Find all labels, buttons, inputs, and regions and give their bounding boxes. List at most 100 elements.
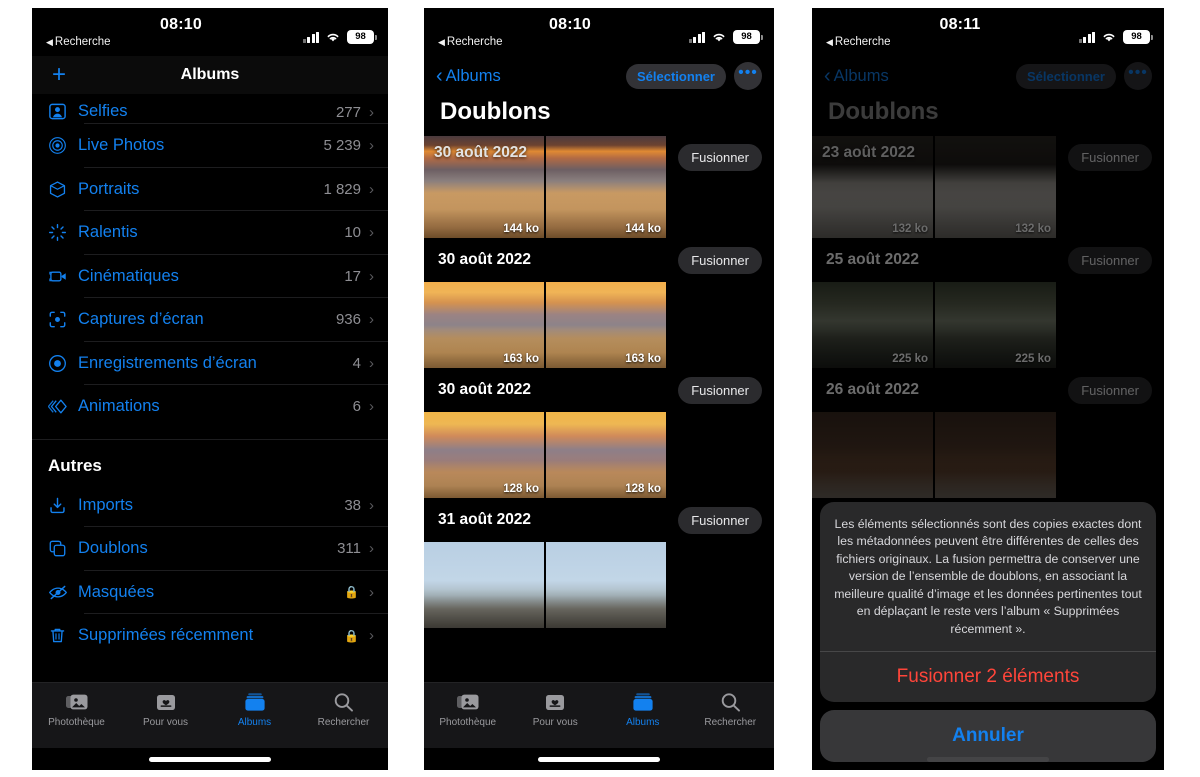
status-bar: 08:10 ◀ Recherche 98	[32, 8, 388, 56]
thumbnail[interactable]: 144 ko	[546, 136, 666, 238]
file-size: 144 ko	[625, 223, 661, 235]
list-item-cinematiques[interactable]: Cinématiques 17 ›	[32, 255, 388, 299]
select-button[interactable]: Sélectionner	[1015, 63, 1116, 89]
list-item-label: Enregistrements d’écran	[78, 353, 257, 372]
cellular-signal-icon	[688, 31, 705, 43]
merge-button[interactable]: Fusionner	[678, 506, 762, 534]
merge-button[interactable]: Fusionner	[1068, 246, 1152, 274]
tab-bar[interactable]: Photothèque Pour vous Albums Rechercher	[424, 682, 774, 748]
duplicate-date: 25 août 2022	[826, 251, 920, 268]
file-size: 144 ko	[503, 223, 539, 235]
merge-button[interactable]: Fusionner	[678, 246, 762, 274]
tab-pour-vous[interactable]: Pour vous	[121, 691, 210, 728]
merge-button[interactable]: Fusionner	[678, 144, 762, 171]
list-item-label: Captures d’écran	[78, 310, 204, 329]
add-album-button[interactable]: +	[52, 63, 66, 87]
albums-list[interactable]: Selfies 277 › Live Photos 5 239 › Portra…	[32, 94, 388, 682]
duplicate-thumbnails[interactable]: 225 ko 225 ko	[812, 282, 1164, 368]
back-to-albums-button[interactable]: ‹ Albums	[824, 66, 889, 86]
status-back-link[interactable]: ◀ Recherche	[826, 36, 891, 48]
file-size: 225 ko	[892, 353, 928, 365]
tab-rechercher[interactable]: Rechercher	[299, 691, 388, 728]
duplicate-group[interactable]: 30 août 2022 Fusionner 163 ko 163 ko	[424, 238, 774, 368]
tab-bar[interactable]: Photothèque Pour vous Albums Rechercher	[32, 682, 388, 748]
status-back-link[interactable]: ◀ Recherche	[46, 36, 111, 48]
duplicate-thumbnails[interactable]: 128 ko 128 ko	[424, 412, 774, 498]
thumbnail[interactable]: 163 ko	[546, 282, 666, 368]
cancel-button[interactable]: Annuler	[820, 710, 1156, 762]
duplicate-group[interactable]: 30 août 2022 Fusionner 144 ko 144 ko	[424, 136, 774, 238]
wifi-icon	[1101, 31, 1117, 43]
duplicate-thumbnails[interactable]	[424, 542, 774, 628]
navigation-bar: + Albums	[32, 56, 388, 94]
status-back-label: Recherche	[834, 36, 891, 48]
chevron-right-icon: ›	[369, 398, 374, 416]
tab-label: Photothèque	[48, 717, 105, 728]
list-item-supprimees-recemment[interactable]: Supprimées récemment 🔒 ›	[32, 614, 388, 658]
duplicate-group-header: 30 août 2022 Fusionner	[424, 368, 774, 412]
duplicate-thumbnails[interactable]: 163 ko 163 ko	[424, 282, 774, 368]
duplicate-group[interactable]: 26 août 2022 Fusionner	[812, 368, 1164, 498]
chevron-left-icon: ‹	[824, 65, 831, 87]
duplicate-group[interactable]: 31 août 2022 Fusionner	[424, 498, 774, 628]
tab-phototheque[interactable]: Photothèque	[32, 691, 121, 728]
thumbnail[interactable]: 163 ko	[424, 282, 544, 368]
list-item-masquees[interactable]: Masquées 🔒 ›	[32, 571, 388, 615]
thumbnail[interactable]: 225 ko	[812, 282, 933, 368]
thumbnail[interactable]	[812, 412, 933, 498]
thumbnail[interactable]: 128 ko	[424, 412, 544, 498]
trash-icon	[48, 626, 78, 645]
thumbnail[interactable]: 128 ko	[546, 412, 666, 498]
battery-indicator: 98	[1123, 30, 1153, 44]
duplicate-group[interactable]: 23 août 2022 Fusionner 132 ko 132 ko	[812, 136, 1164, 238]
duplicates-list[interactable]: 30 août 2022 Fusionner 144 ko 144 ko 30 …	[424, 136, 774, 682]
list-item-label: Masquées	[78, 582, 155, 601]
tab-label: Rechercher	[704, 717, 757, 728]
chevron-left-icon: ‹	[436, 65, 443, 87]
status-back-link[interactable]: ◀ Recherche	[438, 36, 503, 48]
tab-phototheque[interactable]: Photothèque	[424, 691, 512, 728]
list-item-selfies[interactable]: Selfies 277 ›	[32, 94, 388, 124]
duplicate-date: 30 août 2022	[438, 251, 532, 268]
list-item-ralentis[interactable]: Ralentis 10 ›	[32, 211, 388, 255]
list-item-live-photos[interactable]: Live Photos 5 239 ›	[32, 124, 388, 168]
lock-icon: 🔒	[344, 585, 359, 600]
confirm-merge-button[interactable]: Fusionner 2 éléments	[820, 652, 1156, 702]
duplicate-group[interactable]: 30 août 2022 Fusionner 128 ko 128 ko	[424, 368, 774, 498]
list-item-doublons[interactable]: Doublons 311 ›	[32, 527, 388, 571]
more-options-button[interactable]: •••	[1124, 62, 1152, 90]
merge-button[interactable]: Fusionner	[678, 376, 762, 404]
thumbnail[interactable]: 225 ko	[935, 282, 1056, 368]
list-item-captures-decran[interactable]: Captures d’écran 936 ›	[32, 298, 388, 342]
tab-rechercher[interactable]: Rechercher	[687, 691, 775, 728]
chevron-right-icon: ›	[369, 180, 374, 198]
list-item-enregistrements-decran[interactable]: Enregistrements d’écran 4 ›	[32, 342, 388, 386]
duplicate-date: 30 août 2022	[434, 144, 528, 161]
thumbnail[interactable]	[546, 542, 666, 628]
list-item-portraits[interactable]: Portraits 1 829 ›	[32, 168, 388, 212]
tab-albums[interactable]: Albums	[210, 691, 299, 728]
list-item-imports[interactable]: Imports 38 ›	[32, 484, 388, 528]
duplicate-thumbnails[interactable]	[812, 412, 1164, 498]
lock-icon: 🔒	[344, 628, 359, 643]
file-size: 163 ko	[625, 353, 661, 365]
merge-button[interactable]: Fusionner	[1068, 144, 1152, 171]
status-indicators: 98	[1078, 30, 1153, 44]
select-button[interactable]: Sélectionner	[625, 63, 726, 89]
more-options-button[interactable]: •••	[734, 62, 762, 90]
back-to-albums-button[interactable]: ‹ Albums	[436, 66, 501, 86]
page-title: Albums	[180, 66, 240, 83]
list-item-count: 17	[344, 267, 361, 285]
page-title: Doublons	[828, 98, 939, 125]
thumbnail[interactable]: 132 ko	[935, 136, 1056, 238]
thumbnail[interactable]	[424, 542, 544, 628]
tab-pour-vous[interactable]: Pour vous	[512, 691, 600, 728]
nav-row: ‹ Albums Sélectionner •••	[824, 60, 1152, 92]
merge-button[interactable]: Fusionner	[1068, 376, 1152, 404]
duplicate-group[interactable]: 25 août 2022 Fusionner 225 ko 225 ko	[812, 238, 1164, 368]
list-item-animations[interactable]: Animations 6 ›	[32, 385, 388, 429]
tab-label: Pour vous	[532, 717, 578, 728]
thumbnail[interactable]	[935, 412, 1056, 498]
chevron-right-icon: ›	[369, 224, 374, 242]
tab-albums[interactable]: Albums	[599, 691, 687, 728]
